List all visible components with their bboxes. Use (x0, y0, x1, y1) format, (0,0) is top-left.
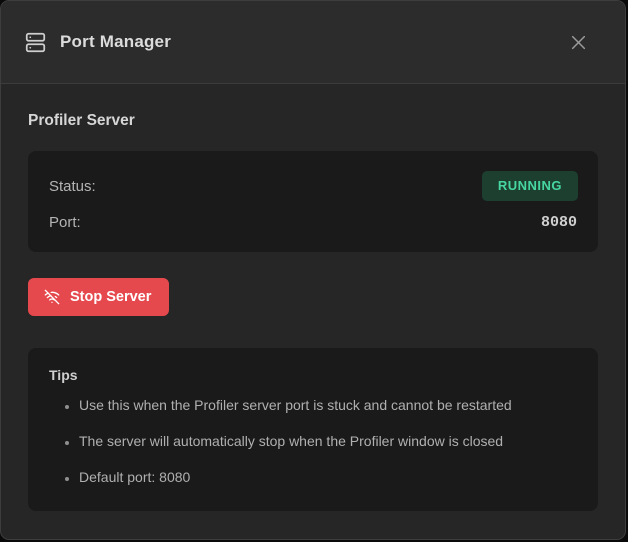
port-label: Port: (49, 214, 81, 231)
tip-item: The server will automatically stop when … (79, 431, 577, 452)
tips-panel: Tips Use this when the Profiler server p… (28, 348, 598, 511)
port-manager-dialog: Port Manager Profiler Server Status: RUN… (0, 0, 626, 540)
dialog-body: Profiler Server Status: RUNNING Port: 80… (1, 84, 625, 511)
close-button[interactable] (564, 28, 593, 57)
section-heading: Profiler Server (28, 112, 598, 130)
status-row: Status: RUNNING (49, 171, 578, 201)
wifi-off-icon (44, 289, 60, 305)
status-label: Status: (49, 178, 96, 195)
tips-list: Use this when the Profiler server port i… (49, 395, 577, 488)
status-badge: RUNNING (482, 171, 578, 201)
status-panel: Status: RUNNING Port: 8080 (28, 151, 598, 252)
stop-server-label: Stop Server (70, 289, 151, 305)
tips-heading: Tips (49, 367, 577, 383)
port-value: 8080 (541, 214, 578, 231)
port-row: Port: 8080 (49, 214, 578, 231)
server-icon (24, 29, 46, 55)
tip-item: Default port: 8080 (79, 467, 577, 488)
close-icon (570, 34, 587, 51)
dialog-title: Port Manager (60, 32, 564, 52)
stop-server-button[interactable]: Stop Server (28, 278, 169, 316)
tip-item: Use this when the Profiler server port i… (79, 395, 577, 416)
dialog-titlebar: Port Manager (1, 1, 625, 84)
